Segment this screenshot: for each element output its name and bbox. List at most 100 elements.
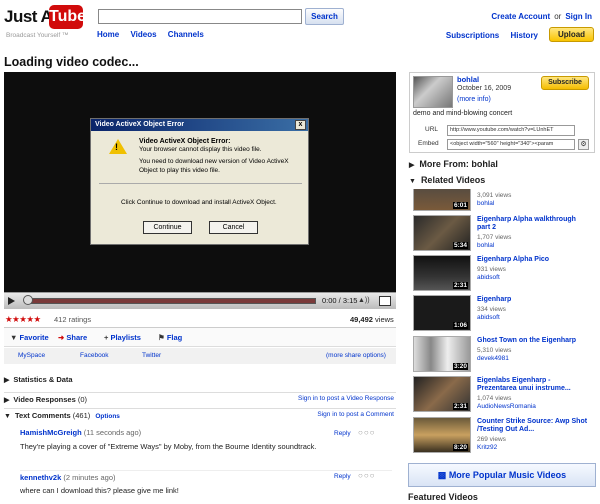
comment-user[interactable]: HamishMcGreigh xyxy=(20,428,82,437)
statistics-section[interactable]: ▶ Statistics & Data xyxy=(4,375,396,389)
share-button[interactable]: ➜ Share xyxy=(58,333,87,342)
comment-time: (2 minutes ago) xyxy=(63,473,116,482)
player-controls: 0:00 / 3:15 ▲)) xyxy=(4,292,396,309)
duration: 2:31 xyxy=(452,403,468,410)
progress-knob[interactable] xyxy=(23,295,33,305)
related-views: 1,074 views xyxy=(477,395,512,402)
related-title[interactable]: Eigenharp Alpha walkthrough part 2 xyxy=(477,216,591,232)
history-link[interactable]: History xyxy=(510,31,538,40)
duration: 2:31 xyxy=(452,282,468,289)
more-share-options[interactable]: (more share options) xyxy=(326,352,386,359)
related-title[interactable]: Eigenlabs Eigenharp - Prezentarea unui i… xyxy=(477,377,591,393)
comment-list: HamishMcGreigh (11 seconds ago) Reply ○○… xyxy=(4,424,396,504)
view-count: 49,492 views xyxy=(350,315,394,324)
subscriptions-link[interactable]: Subscriptions xyxy=(446,31,499,40)
logo-tagline: Broadcast Yourself ™ xyxy=(6,32,69,39)
channel-name[interactable]: bohlal xyxy=(457,75,479,84)
related-item[interactable]: 1:06 Eigenharp 334 views abidsoft xyxy=(413,295,593,333)
dialog-heading: Video ActiveX Object Error: xyxy=(139,138,231,145)
video-thumbnail[interactable]: 8:20 xyxy=(413,417,471,453)
post-comment-link[interactable]: Sign in to post a Comment xyxy=(317,411,394,418)
embed-row: Embed <object width="560" height="340"><… xyxy=(413,139,593,150)
related-title[interactable]: Eigenharp xyxy=(477,296,591,304)
dialog-close-button[interactable]: x xyxy=(295,120,306,130)
cancel-button[interactable]: Cancel xyxy=(209,221,258,234)
playlists-button[interactable]: + Playlists xyxy=(104,333,141,342)
video-description: demo and mind-blowing concert xyxy=(413,110,513,117)
more-popular-music-button[interactable]: ▩ More Popular Music Videos xyxy=(408,463,596,487)
more-popular-label: More Popular Music Videos xyxy=(448,470,567,480)
search-input[interactable] xyxy=(98,9,302,24)
related-user[interactable]: bohlal xyxy=(477,200,494,207)
video-thumbnail[interactable]: 6:01 xyxy=(413,189,471,211)
more-from-label: More From: bohlal xyxy=(419,159,498,169)
related-videos-header[interactable]: ▼ Related Videos xyxy=(409,175,485,185)
embed-field[interactable]: <object width="560" height="340"><param xyxy=(447,139,575,150)
play-icon[interactable] xyxy=(8,297,15,305)
subscribe-button[interactable]: Subscribe xyxy=(541,76,589,90)
comment-time: (11 seconds ago) xyxy=(83,428,142,437)
reply-link[interactable]: Reply xyxy=(334,473,351,480)
nav-videos[interactable]: Videos xyxy=(130,30,156,39)
related-title[interactable]: Ghost Town on the Eigenharp xyxy=(477,337,591,345)
continue-button[interactable]: Continue xyxy=(143,221,192,234)
related-item[interactable]: 8:20 Counter Strike Source: Awp Shot /Te… xyxy=(413,417,593,455)
favorite-button[interactable]: ▼ Favorite xyxy=(10,333,49,342)
expand-icon: ▶ xyxy=(409,162,415,169)
related-user[interactable]: Kritz92 xyxy=(477,444,497,451)
text-comments-section[interactable]: ▼ Text Comments (461) Options Sign in to p… xyxy=(4,408,396,422)
rating-stars[interactable]: ★★★★★ xyxy=(5,314,41,325)
dialog-divider xyxy=(99,183,302,184)
channel-avatar[interactable] xyxy=(413,76,453,108)
duration: 5:34 xyxy=(452,242,468,249)
related-item[interactable]: 6:01 3,091 views bohlal xyxy=(413,189,593,213)
url-field[interactable]: http://www.youtube.com/watch?v=LUnhET xyxy=(447,125,575,136)
related-item[interactable]: 2:31 Eigenharp Alpha Pico 931 views abid… xyxy=(413,255,593,293)
fullscreen-icon[interactable] xyxy=(379,296,391,306)
related-item[interactable]: 5:34 Eigenharp Alpha walkthrough part 2 … xyxy=(413,215,593,253)
more-info-link[interactable]: (more info) xyxy=(457,96,491,103)
search-button[interactable]: Search xyxy=(305,8,344,25)
time-display: 0:00 / 3:15 xyxy=(322,296,358,305)
page-title: Loading video codec... xyxy=(4,55,139,69)
more-from-header[interactable]: ▶ More From: bohlal xyxy=(409,159,498,169)
comment-user[interactable]: kennethv2k xyxy=(20,473,61,482)
post-video-response-link[interactable]: Sign in to post a Video Response xyxy=(298,395,394,402)
embed-settings-icon[interactable]: ⚙ xyxy=(578,139,589,150)
upload-button[interactable]: Upload xyxy=(549,27,594,42)
related-user[interactable]: AudioNewsRomania xyxy=(477,403,536,410)
share-facebook[interactable]: Facebook xyxy=(80,352,109,359)
comment-options-link[interactable]: Options xyxy=(95,413,120,420)
progress-bar[interactable] xyxy=(26,298,316,304)
related-title[interactable]: Eigenharp Alpha Pico xyxy=(477,256,591,264)
related-user[interactable]: bohlal xyxy=(477,242,494,249)
nav-channels[interactable]: Channels xyxy=(168,30,204,39)
related-user[interactable]: abidsoft xyxy=(477,314,500,321)
ratings-count: 412 ratings xyxy=(54,315,92,324)
nav-home[interactable]: Home xyxy=(97,30,119,39)
create-account-link[interactable]: Create Account xyxy=(491,12,550,21)
flag-button[interactable]: ⚑ Flag xyxy=(158,333,182,342)
reply-link[interactable]: Reply xyxy=(334,430,351,437)
related-user[interactable]: abidsoft xyxy=(477,274,500,281)
video-thumbnail[interactable]: 3:20 xyxy=(413,336,471,372)
video-thumbnail[interactable]: 5:34 xyxy=(413,215,471,251)
share-myspace[interactable]: MySpace xyxy=(18,352,45,359)
related-item[interactable]: 2:31 Eigenlabs Eigenharp - Prezentarea u… xyxy=(413,376,593,414)
sign-in-link[interactable]: Sign In xyxy=(565,12,592,21)
comments-count: (461) xyxy=(72,411,91,420)
video-thumbnail[interactable]: 2:31 xyxy=(413,255,471,291)
volume-icon[interactable]: ▲)) xyxy=(358,297,372,305)
related-item[interactable]: 3:20 Ghost Town on the Eigenharp 5,310 v… xyxy=(413,336,593,374)
video-thumbnail[interactable]: 2:31 xyxy=(413,376,471,412)
share-twitter[interactable]: Twitter xyxy=(142,352,161,359)
related-user[interactable]: devek4981 xyxy=(477,355,509,362)
thumbs-icons[interactable]: ○○○ xyxy=(358,471,390,481)
thumbs-icons[interactable]: ○○○ xyxy=(358,428,390,438)
site-logo[interactable]: Just A Tube Broadcast Yourself ™ xyxy=(4,5,94,45)
comments-label: Text Comments xyxy=(14,411,71,420)
video-thumbnail[interactable]: 1:06 xyxy=(413,295,471,331)
video-responses-section[interactable]: ▶ Video Responses (0) Sign in to post a Vi… xyxy=(4,392,396,406)
related-title[interactable]: Counter Strike Source: Awp Shot /Testing… xyxy=(477,418,591,434)
share-label: Share xyxy=(66,333,88,342)
